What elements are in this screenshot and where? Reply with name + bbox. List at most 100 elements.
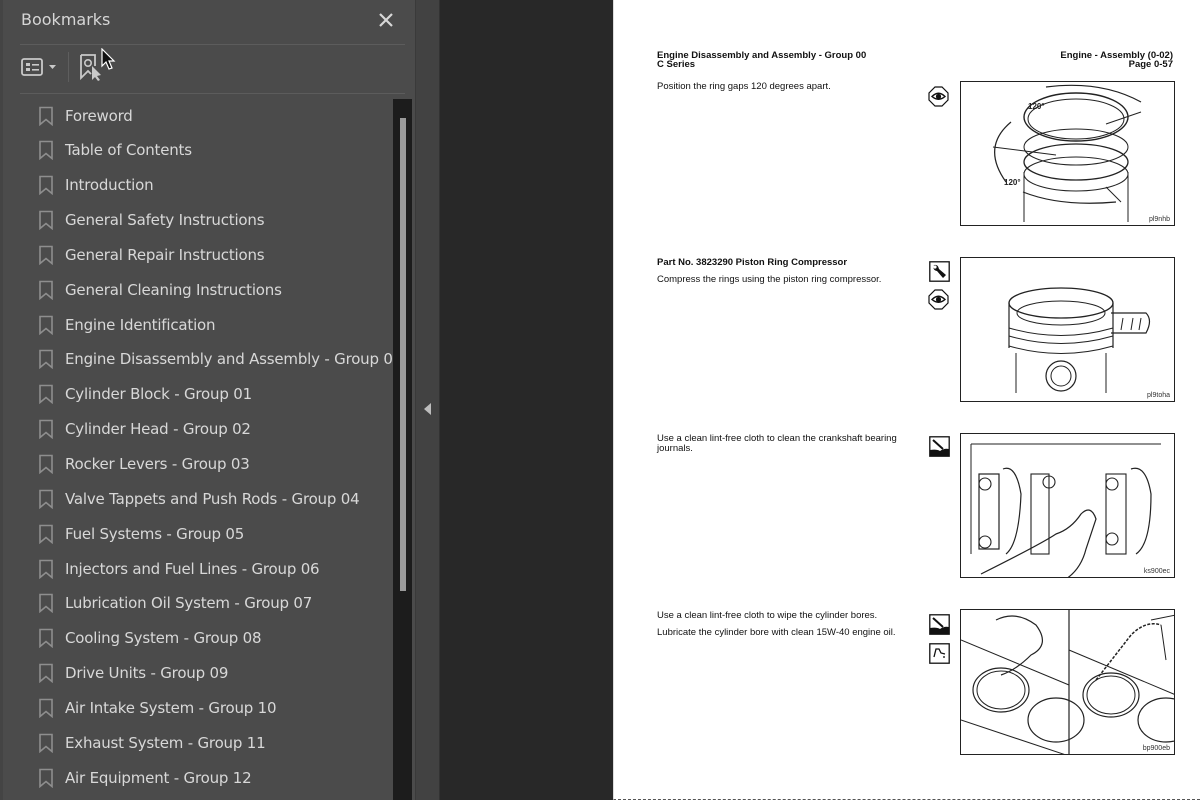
bookmark-icon	[39, 280, 53, 300]
bookmark-item[interactable]: Cylinder Block - Group 01	[20, 377, 395, 412]
bookmark-item[interactable]: Cylinder Head - Group 02	[20, 412, 395, 447]
step-text: Use a clean lint-free cloth to clean the…	[657, 433, 897, 454]
angle-label: 120°	[1004, 178, 1021, 187]
bookmark-item[interactable]: Drive Units - Group 09	[20, 656, 395, 691]
bookmark-label: Cylinder Block - Group 01	[65, 385, 252, 404]
bookmark-label: Cylinder Head - Group 02	[65, 420, 251, 439]
bookmark-label: General Repair Instructions	[65, 245, 265, 264]
bookmark-item[interactable]: Fuel Systems - Group 05	[20, 516, 395, 551]
bookmark-item[interactable]: General Cleaning Instructions	[20, 272, 395, 307]
close-panel-button[interactable]	[376, 10, 396, 30]
panel-splitter[interactable]	[415, 0, 440, 800]
figure-cylinder-bores: bp900eb	[960, 609, 1175, 755]
bookmark-label: Drive Units - Group 09	[65, 664, 229, 683]
bookmark-item[interactable]: Air Intake System - Group 10	[20, 690, 395, 725]
bookmark-item[interactable]: General Repair Instructions	[20, 237, 395, 272]
figure-code: pl9nhb	[1148, 216, 1170, 223]
bookmark-label: Rocker Levers - Group 03	[65, 455, 250, 473]
bookmark-icon	[39, 628, 53, 649]
bookmark-item[interactable]: Table of Contents	[20, 133, 395, 168]
bookmark-label: Introduction	[65, 176, 154, 195]
header-series: C Series	[657, 59, 696, 70]
bookmark-icon	[39, 384, 53, 405]
bookmark-label: Lubrication Oil System - Group 07	[65, 594, 313, 613]
crankshaft-illustration	[970, 443, 1161, 577]
figure-ring-gaps: 120° 120° pl9nhb	[960, 81, 1175, 226]
bookmark-item[interactable]: Rocker Levers - Group 03	[20, 447, 395, 482]
eye-inspect-icon	[928, 86, 949, 107]
bookmark-item[interactable]: Air Equipment - Group 12	[20, 760, 395, 795]
bookmark-icon	[39, 768, 53, 788]
bookmark-item[interactable]: Lubrication Oil System - Group 07	[20, 586, 395, 621]
bookmark-icon	[39, 350, 53, 370]
bookmark-icon	[39, 698, 53, 718]
bookmark-label: Cooling System - Group 08	[65, 629, 262, 648]
bookmark-icon	[39, 733, 53, 753]
bookmark-label: Air Intake System - Group 10	[65, 698, 277, 717]
bookmark-item[interactable]: Engine Identification	[20, 307, 395, 342]
pdf-page: Engine Disassembly and Assembly - Group …	[613, 0, 1200, 800]
divider	[20, 93, 405, 94]
bookmark-icon	[39, 141, 53, 161]
piston-compressor-illustration	[1008, 287, 1151, 393]
bookmark-icon	[39, 175, 53, 196]
bookmark-scrollbar[interactable]	[393, 99, 412, 800]
figure-code: pl9toha	[1147, 392, 1170, 399]
collapse-panel-arrow-icon[interactable]	[424, 403, 431, 415]
angle-label: 120°	[1028, 102, 1045, 111]
bookmark-label: General Safety Instructions	[65, 211, 265, 230]
document-view: Engine Disassembly and Assembly - Group …	[440, 0, 1200, 800]
bookmark-icon	[39, 663, 53, 684]
figure-code: ks900ec	[1143, 568, 1170, 575]
panel-title: Bookmarks	[21, 10, 111, 29]
bookmark-label: Injectors and Fuel Lines - Group 06	[65, 559, 320, 578]
oil-can-icon	[929, 643, 950, 664]
step-text: Use a clean lint-free cloth to wipe the …	[657, 610, 878, 621]
eye-inspect-icon	[928, 289, 949, 310]
bookmark-label: Engine Disassembly and Assembly - Group …	[65, 350, 395, 369]
bookmark-item[interactable]: General Safety Instructions	[20, 203, 395, 238]
bookmark-label: Table of Contents	[65, 141, 192, 160]
bookmark-label: General Cleaning Instructions	[65, 280, 282, 299]
step-title: Part No. 3823290 Piston Ring Compressor	[657, 257, 848, 268]
bookmark-label: Engine Identification	[65, 315, 216, 334]
cylinder-bores-illustration	[961, 610, 1174, 754]
panel-edge	[0, 0, 3, 800]
figure-code: bp900eb	[1142, 745, 1170, 752]
cleaning-icon	[929, 614, 950, 635]
bookmark-label: Exhaust System - Group 11	[65, 733, 266, 752]
bookmark-item[interactable]: Engine Disassembly and Assembly - Group …	[20, 342, 395, 377]
bookmark-item[interactable]: Foreword	[20, 98, 395, 133]
divider	[20, 44, 405, 45]
bookmark-list: Foreword Table of Contents Introduction …	[20, 98, 395, 800]
bookmark-icon	[39, 106, 53, 126]
bookmark-icon	[39, 454, 53, 474]
bookmark-item[interactable]: Valve Tappets and Push Rods - Group 04	[20, 481, 395, 516]
bookmark-item[interactable]: Introduction	[20, 168, 395, 203]
step-text: Lubricate the cylinder bore with clean 1…	[657, 627, 896, 638]
step-text: Position the ring gaps 120 degrees apart…	[657, 81, 831, 92]
bookmark-label: Valve Tappets and Push Rods - Group 04	[65, 489, 360, 508]
bookmarks-panel: Bookmarks Foreword Table of Contents Int…	[0, 0, 415, 800]
bookmark-label: Foreword	[65, 106, 133, 125]
bookmark-icon	[39, 419, 53, 440]
scrollbar-thumb[interactable]	[400, 118, 406, 591]
step-text: Compress the rings using the piston ring…	[657, 274, 882, 285]
bookmark-item[interactable]: Exhaust System - Group 11	[20, 725, 395, 760]
bookmark-options-button[interactable]	[20, 56, 60, 78]
mouse-cursor-icon	[101, 48, 116, 70]
bookmark-icon	[39, 315, 53, 335]
close-icon	[379, 13, 393, 27]
bookmark-label: Air Equipment - Group 12	[65, 768, 252, 787]
cleaning-icon	[929, 436, 950, 457]
header-page-number: Page 0-57	[1128, 59, 1173, 70]
wrench-tool-icon	[929, 261, 950, 282]
ring-gap-illustration: 120° 120°	[992, 84, 1142, 222]
bookmark-icon	[39, 489, 53, 509]
bookmark-item[interactable]: Cooling System - Group 08	[20, 621, 395, 656]
toolbar-separator	[68, 52, 69, 82]
bookmark-icon	[39, 210, 53, 231]
figure-crankshaft-cleaning: ks900ec	[960, 433, 1175, 578]
bookmark-item[interactable]: Injectors and Fuel Lines - Group 06	[20, 551, 395, 586]
list-options-icon	[21, 58, 56, 76]
